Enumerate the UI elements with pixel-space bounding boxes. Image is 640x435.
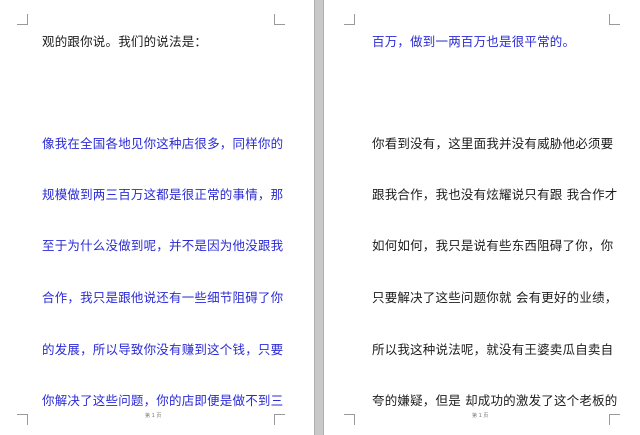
crop-mark-bottom-right [609, 414, 620, 425]
text-line: 如何如何，我只是说有些东西阻碍了你，你 [372, 238, 614, 253]
text-line: 只要解决了这些问题你就 会有更好的业绩， [372, 290, 618, 305]
crop-mark-bottom-right [274, 414, 285, 425]
document-page-left: 观的跟你说。我们的说法是： 像我在全国各地见你这种店很多，同样你的 规模做到两三… [0, 0, 314, 435]
page-number-footer: 第 1 页 [472, 413, 489, 419]
crop-mark-bottom-left [344, 414, 355, 425]
text-line: 至于为什么没做到呢，并不是因为他没跟我 [42, 238, 284, 253]
page-number-footer: 第 1 页 [145, 413, 162, 419]
text-line: 的发展，所以导致你没有赚到这个钱，只要 [42, 342, 284, 357]
text-line: 像我在全国各地见你这种店很多，同样你的 [42, 136, 284, 151]
page-separator [314, 0, 324, 435]
text-line: 所以我这种说法呢，就没有王婆卖瓜自卖自 [372, 342, 614, 357]
text-line: 夸的嫌疑，但是 却成功的激发了这个老板的 [372, 393, 618, 408]
crop-mark-top-left [17, 14, 28, 25]
text-line: 百万，做到一两百万也是很平常的。 [372, 34, 576, 49]
text-line: 合作，我只是跟他说还有一些细节阻碍了你 [42, 290, 284, 305]
crop-mark-bottom-left [17, 414, 28, 425]
document-viewer: 观的跟你说。我们的说法是： 像我在全国各地见你这种店很多，同样你的 规模做到两三… [0, 0, 640, 435]
crop-mark-top-right [609, 14, 620, 25]
document-page-right: 百万，做到一两百万也是很平常的。 你看到没有，这里面我并没有威胁他必须要 跟我合… [324, 0, 640, 435]
text-line: 你看到没有，这里面我并没有威胁他必须要 [372, 136, 614, 151]
text-line: 跟我合作，我也没有炫耀说只有跟 我合作才 [372, 187, 618, 202]
text-line: 你解决了这些问题，你的店即便是做不到三 [42, 393, 284, 408]
crop-mark-top-left [344, 14, 355, 25]
text-line: 观的跟你说。我们的说法是： [42, 34, 208, 49]
crop-mark-top-right [274, 14, 285, 25]
text-line: 规模做到两三百万这都是很正常的事情，那 [42, 187, 284, 202]
